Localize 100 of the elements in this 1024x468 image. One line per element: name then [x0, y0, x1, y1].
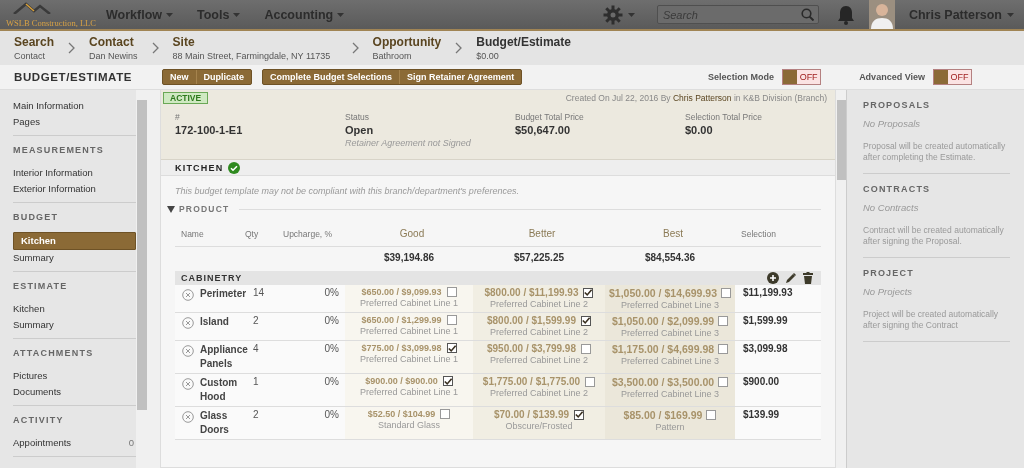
settings-button[interactable] [602, 4, 635, 25]
breadcrumb[interactable]: Opportunity Bathroom [372, 35, 442, 61]
option-checkbox[interactable] [721, 288, 731, 298]
quantity-cell-text: 2 [252, 408, 260, 422]
bell-icon[interactable] [836, 4, 855, 25]
option-checkbox[interactable] [581, 343, 591, 354]
remove-icon[interactable] [182, 378, 194, 390]
toolbar-button[interactable]: New [163, 70, 196, 84]
remove-icon[interactable] [182, 289, 194, 301]
selection-value: $900.00 [742, 375, 781, 389]
option-checkbox[interactable] [581, 315, 591, 326]
notice-text: This budget template may not be compliant with this branch/department's preferences. [174, 185, 520, 198]
breadcrumb[interactable]: Site 88 Main Street, Farmingdale, NY 11735 [172, 35, 338, 61]
status-badge: ACTIVE [163, 92, 209, 104]
total-value: $57,225.25 [512, 250, 566, 265]
toggle-switch[interactable]: OFF [933, 69, 972, 85]
sidebar-item[interactable]: Main Information [13, 98, 136, 114]
breadcrumb[interactable]: Contact Dan Newins [89, 35, 138, 61]
section-heading: CONTRACTS [863, 184, 932, 194]
selection-value: $3,099.98 [742, 342, 789, 356]
info-text: Proposal will be created automatically after completing the Estimate. [863, 141, 1007, 163]
option-name: Preferred Cabinet Line 3 [620, 389, 720, 399]
remove-icon[interactable] [182, 317, 194, 329]
sidebar-item[interactable]: Interior Information [13, 165, 136, 181]
toolbar-button[interactable]: Duplicate [195, 70, 252, 84]
chevron-right-icon [351, 42, 359, 54]
check-icon [575, 410, 584, 419]
chevron-right-icon [151, 42, 159, 54]
breadcrumb[interactable]: Search Contact [14, 35, 55, 61]
field-label: Budget Total Price [515, 112, 585, 122]
option-checkbox[interactable] [706, 410, 717, 420]
option-checkbox[interactable] [583, 287, 594, 298]
sidebar-item[interactable]: Documents [13, 384, 136, 400]
option-price: $775.00 / $3,099.98 [361, 343, 442, 353]
column-header: Qty [245, 228, 260, 239]
column-header: Better [527, 228, 557, 239]
option-checkbox[interactable] [446, 343, 457, 353]
option-name: Preferred Cabinet Line 2 [489, 327, 589, 337]
search-icon[interactable] [800, 8, 814, 21]
breadcrumb[interactable]: Budget/Estimate $0.00 [476, 35, 571, 61]
toggle-label: Advanced View [859, 72, 925, 82]
option-checkbox[interactable] [440, 409, 451, 419]
option-name: Preferred Cabinet Line 2 [489, 388, 589, 398]
remove-icon[interactable] [182, 345, 194, 357]
option-name: Preferred Cabinet Line 1 [359, 354, 459, 364]
field-value: 172-100-1-E1 [175, 124, 244, 136]
option-price: $85.00 / $169.99 [623, 409, 703, 421]
delete-icon[interactable] [803, 272, 813, 284]
option-checkbox[interactable] [446, 287, 457, 297]
sidebar-item[interactable]: Kitchen [13, 301, 136, 317]
sidebar-item[interactable]: Pictures [13, 368, 136, 384]
sidebar-item[interactable]: Summary [13, 250, 136, 266]
field-value: $50,647.00 [515, 124, 572, 136]
empty-state: No Contracts [863, 202, 920, 213]
add-icon[interactable] [767, 272, 779, 284]
selection-value: $1,599.99 [742, 314, 789, 328]
check-icon [443, 376, 452, 386]
sidebar-item[interactable]: Exterior Information [13, 181, 136, 197]
product-name: Appliance Panels [200, 343, 248, 371]
product-name: Island [200, 315, 229, 329]
remove-icon[interactable] [182, 411, 194, 423]
option-checkbox[interactable] [574, 409, 585, 420]
option-checkbox[interactable] [718, 377, 729, 387]
option-price: $1,050.00 / $14,699.93 [609, 287, 717, 299]
section-heading: BUDGET [13, 212, 60, 222]
option-checkbox[interactable] [446, 315, 457, 325]
quantity-cell-text: 14 [252, 286, 266, 300]
upcharge-cell-text: 0% [323, 286, 340, 300]
toggle-switch[interactable]: OFF [782, 69, 822, 85]
check-icon [582, 316, 590, 325]
selection-value: $11,199.93 [742, 286, 794, 300]
option-checkbox[interactable] [585, 376, 596, 387]
caret-icon [166, 12, 174, 17]
option-checkbox[interactable] [718, 316, 729, 326]
edit-icon[interactable] [785, 272, 797, 284]
avatar[interactable] [868, 0, 895, 29]
toggle-label: Selection Mode [708, 72, 775, 82]
option-checkbox[interactable] [442, 376, 453, 386]
column-header: Name [180, 228, 205, 239]
caret-icon [627, 12, 635, 17]
page-title: BUDGET/ESTIMATE [14, 71, 134, 83]
sidebar-item[interactable]: Appointments 0 [13, 435, 136, 451]
logo-text: WSLB Construction, LLC [6, 19, 96, 28]
sidebar-item[interactable]: Kitchen [13, 232, 136, 250]
check-icon [584, 288, 593, 297]
option-price: $800.00 / $1,599.99 [487, 315, 576, 326]
option-price: $1,175.00 / $4,699.98 [611, 343, 715, 355]
toolbar-button[interactable]: Complete Budget Selections [263, 70, 400, 84]
sidebar-item[interactable]: Pages [13, 114, 136, 130]
field-value: Open [345, 124, 375, 136]
option-price: $70.00 / $139.99 [493, 409, 570, 420]
caret-down-icon[interactable] [167, 205, 175, 213]
sidebar-item[interactable]: Summary [13, 317, 136, 333]
scrollbar[interactable] [136, 90, 148, 468]
option-checkbox[interactable] [718, 344, 729, 354]
toolbar-button[interactable]: Sign Retainer Agreement [399, 70, 522, 84]
product-name: Glass Doors [200, 409, 230, 437]
upcharge-cell-text: 0% [323, 408, 340, 422]
option-price: $1,775.00 / $1,775.00 [482, 376, 581, 387]
option-name: Obscure/Frosted [505, 421, 573, 431]
